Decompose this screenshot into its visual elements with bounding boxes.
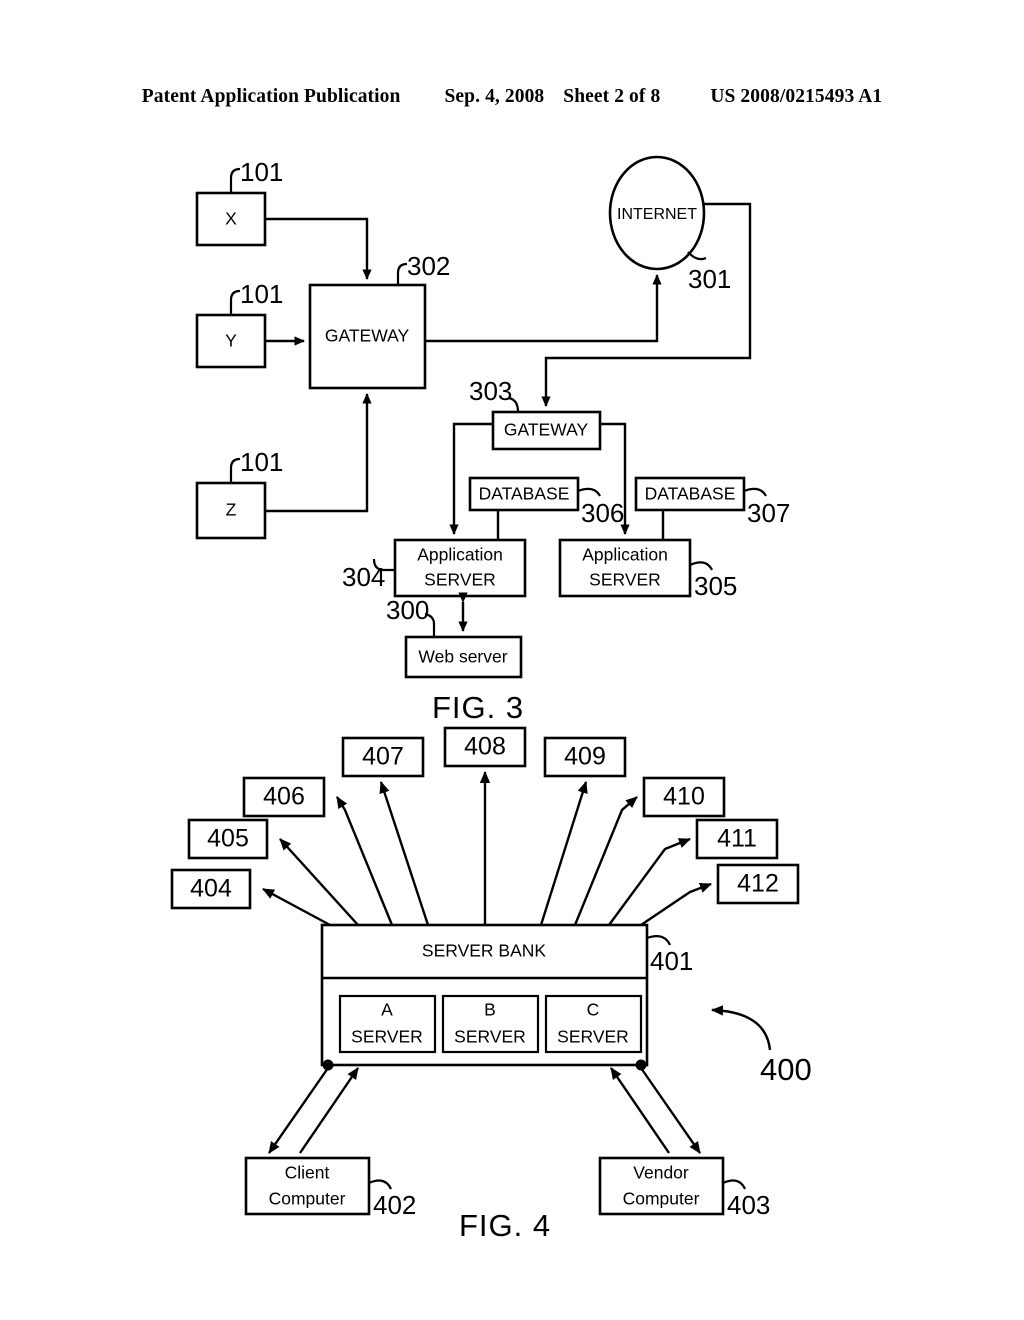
fig4-server-c-line2: SERVER: [557, 1027, 629, 1047]
fig4-server-a-line1: A: [381, 1000, 393, 1020]
fig3-ref-304: 304: [342, 562, 385, 592]
fig4-link-bank-to-406: [335, 796, 394, 926]
fig3-client-x-label: X: [225, 209, 237, 229]
fig4-server-a-line2: SERVER: [351, 1027, 423, 1047]
figure-4-diagram: SERVER BANK A SERVER B SERVER C SERVER 4…: [170, 726, 812, 1220]
fig3-ref-101-z: 101: [240, 447, 283, 477]
fig4-ref-401: 401: [650, 946, 693, 976]
fig3-ref-306: 306: [581, 498, 624, 528]
fig4-node-client-computer: Client Computer 402: [244, 1156, 416, 1220]
fig4-server-b-line2: SERVER: [454, 1027, 526, 1047]
fig4-ref-402: 402: [373, 1190, 416, 1220]
fig4-peripheral-box-409: 409: [543, 736, 627, 778]
fig4-peripheral-box-412: 412: [716, 863, 800, 905]
fig4-ref-403: 403: [727, 1190, 770, 1220]
fig3-app-server-305-line1: Application: [582, 545, 668, 565]
fig4-link-bank-to-407: [379, 781, 430, 926]
fig4-peripheral-label-409: 409: [564, 743, 606, 771]
fig3-gateway-302-label: GATEWAY: [325, 326, 410, 346]
fig4-peripheral-box-404: 404: [170, 868, 252, 910]
fig4-peripheral-label-407: 407: [362, 743, 404, 771]
fig3-database-307-label: DATABASE: [645, 484, 736, 504]
fig3-database-306-label: DATABASE: [479, 484, 570, 504]
fig3-ref-307: 307: [747, 498, 790, 528]
fig4-link-vendor-to-bank: [610, 1067, 670, 1154]
fig4-peripheral-label-411: 411: [717, 825, 757, 853]
fig4-peripheral-label-404: 404: [190, 875, 232, 903]
fig3-ref-301: 301: [688, 264, 731, 294]
fig4-vendor-computer-line1: Vendor: [633, 1163, 689, 1183]
fig3-web-server-label: Web server: [418, 647, 507, 667]
fig3-app-server-304-line1: Application: [417, 545, 503, 565]
fig3-ref-101-x: 101: [240, 157, 283, 187]
fig4-peripheral-box-405: 405: [187, 818, 269, 860]
patent-drawing-page: Patent Application Publication Sep. 4, 2…: [0, 0, 1024, 1320]
fig4-node-server-bank: SERVER BANK A SERVER B SERVER C SERVER 4…: [320, 923, 693, 1067]
fig3-ref-302: 302: [407, 251, 450, 281]
fig4-link-bank-to-412: [640, 882, 712, 926]
fig4-link-bank-to-409: [539, 781, 588, 926]
fig3-ref-303: 303: [469, 376, 512, 406]
fig3-node-gateway-302: GATEWAY 302: [308, 251, 450, 390]
fig4-peripheral-label-408: 408: [464, 733, 506, 761]
fig4-link-bank-to-405: [279, 838, 359, 926]
fig3-node-client-y: Y 101: [195, 279, 283, 369]
fig3-link-gateway302-to-internet: [425, 274, 662, 343]
fig4-link-client-to-bank: [299, 1067, 359, 1154]
fig3-ref-101-y: 101: [240, 279, 283, 309]
fig3-app-server-305-line2: SERVER: [589, 570, 661, 590]
fig4-peripheral-box-410: 410: [642, 776, 726, 818]
fig4-system-leader-400: 400: [711, 1005, 812, 1087]
fig4-peripheral-label-406: 406: [263, 783, 305, 811]
fig4-server-b-line1: B: [484, 1000, 496, 1020]
fig3-node-client-z: Z 101: [195, 447, 283, 540]
fig3-node-web-server: Web server 300: [386, 595, 523, 679]
fig4-link-bank-to-vendor: [640, 1067, 701, 1154]
fig4-peripheral-box-411: 411: [695, 818, 779, 860]
fig3-node-app-server-304: Application SERVER 304: [342, 538, 527, 598]
fig3-app-server-304-line2: SERVER: [424, 570, 496, 590]
fig4-client-computer-line2: Computer: [269, 1189, 346, 1209]
fig3-link-x-to-gateway302: [265, 217, 372, 280]
fig3-ref-300: 300: [386, 595, 429, 625]
fig3-node-database-307: DATABASE 307: [634, 476, 790, 528]
fig4-server-c-line1: C: [587, 1000, 600, 1020]
fig4-peripheral-label-410: 410: [663, 783, 705, 811]
fig4-peripheral-box-408: 408: [443, 726, 527, 768]
fig3-ref-305: 305: [694, 571, 737, 601]
fig4-peripheral-label-412: 412: [737, 870, 779, 898]
fig3-gateway-303-label: GATEWAY: [504, 420, 589, 440]
fig3-node-client-x: X 101: [195, 157, 283, 247]
fig4-peripheral-box-406: 406: [242, 776, 326, 818]
fig3-node-internet: INTERNET 301: [608, 155, 731, 294]
fig4-link-bank-to-411: [608, 837, 691, 926]
fig3-client-y-label: Y: [225, 331, 237, 351]
fig4-server-bank-label: SERVER BANK: [422, 941, 546, 961]
fig4-client-computer-line1: Client: [285, 1163, 330, 1183]
fig4-peripheral-box-407: 407: [341, 736, 425, 778]
fig4-link-bank-to-404: [262, 887, 331, 927]
fig4-vendor-computer-line2: Computer: [623, 1189, 700, 1209]
fig4-peripheral-label-405: 405: [207, 825, 249, 853]
fig3-node-gateway-303: GATEWAY 303: [469, 376, 602, 451]
fig4-link-bank-to-client: [268, 1067, 329, 1154]
fig4-ref-400: 400: [760, 1052, 812, 1087]
figure-4-caption: FIG. 4: [459, 1208, 552, 1243]
fig4-link-bank-to-410: [573, 796, 638, 926]
fig3-internet-label: INTERNET: [617, 206, 697, 223]
fig3-node-app-server-305: Application SERVER 305: [558, 538, 737, 601]
figure-3-diagram: X 101 Y 101 Z 101 GATEWAY 302 INTERNET 3…: [195, 155, 790, 679]
fig4-node-vendor-computer: Vendor Computer 403: [598, 1156, 770, 1220]
fig3-client-z-label: Z: [226, 500, 237, 520]
fig3-node-database-306: DATABASE 306: [468, 476, 624, 528]
